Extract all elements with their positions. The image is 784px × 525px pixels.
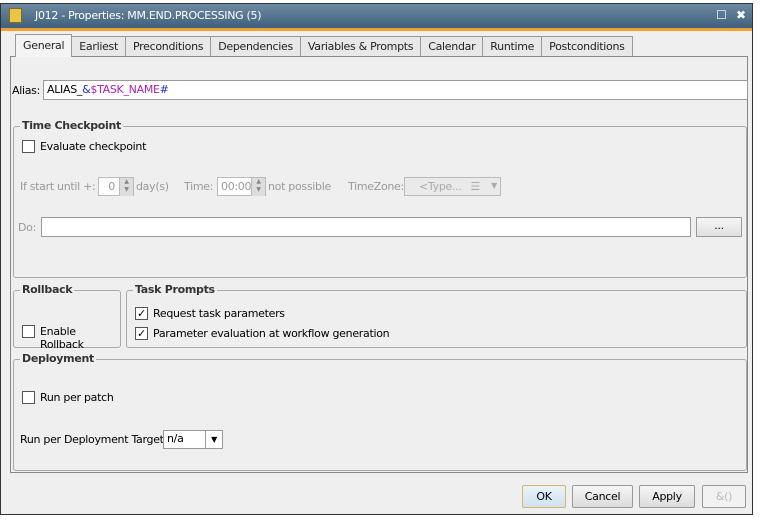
request-task-parameters-label: Request task parameters [153,307,285,320]
window-title: J012 - Properties: MM.END.PROCESSING (5) [35,9,262,22]
alias-label: Alias: [12,84,41,97]
tab-postconditions[interactable]: Postconditions [541,36,633,56]
tab-bar: General Earliest Preconditions Dependenc… [15,34,633,57]
rollback-group: Rollback Enable Rollback [13,283,121,351]
tab-earliest[interactable]: Earliest [71,36,127,56]
enable-rollback-label: Enable Rollback [40,325,84,351]
rollback-title: Rollback [20,283,75,296]
ok-button[interactable]: OK [522,485,566,508]
tab-runtime[interactable]: Runtime [482,36,543,56]
job-icon [9,8,22,23]
title-accent-line [1,28,752,31]
parameter-evaluation-label: Parameter evaluation at workflow generat… [153,327,390,340]
parameter-evaluation-checkbox[interactable]: ✓ [135,327,148,340]
tab-preconditions[interactable]: Preconditions [125,36,212,56]
deployment-target-value: n/a [167,432,184,445]
days-spinner[interactable]: 0 ▲ ▼ [98,177,134,196]
timezone-label: TimeZone: [348,180,404,193]
evaluate-checkpoint-label: Evaluate checkpoint [40,140,147,153]
task-prompts-group: Task Prompts ✓ Request task parameters ✓… [126,283,747,348]
alias-prefix: ALIAS_ [47,83,83,96]
alias-input[interactable]: ALIAS_&$TASK_NAME# [43,80,748,100]
days-unit-label: day(s) [136,180,169,193]
time-checkpoint-title: Time Checkpoint [20,119,124,132]
variable-picker-button[interactable]: &() [702,485,746,508]
enable-rollback-checkbox[interactable] [22,325,35,338]
evaluate-checkpoint-checkbox[interactable] [22,140,35,153]
close-button[interactable]: ✖ [736,8,746,22]
time-label: Time: [184,180,214,193]
chevron-down-icon[interactable]: ▼ [491,181,497,190]
task-prompts-title: Task Prompts [133,283,217,296]
timezone-combobox[interactable]: <Type... ☰ ▼ [404,177,501,196]
apply-button[interactable]: Apply [639,485,695,508]
timezone-placeholder: <Type... [419,180,462,193]
browse-button[interactable]: ... [696,217,742,237]
tab-general[interactable]: General [15,34,73,57]
tab-dependencies[interactable]: Dependencies [210,36,301,56]
list-icon[interactable]: ☰ [470,180,480,193]
alias-hash: # [159,83,169,96]
time-value: 00:00 [221,180,252,193]
alias-variable: $TASK_NAME [90,83,160,96]
time-checkpoint-group: Time Checkpoint Evaluate checkpoint If s… [13,119,747,278]
deployment-target-label: Run per Deployment Target: [20,433,168,446]
cancel-button[interactable]: Cancel [572,485,633,508]
title-bar[interactable]: J012 - Properties: MM.END.PROCESSING (5)… [1,4,752,28]
not-possible-label: not possible [268,180,331,193]
tab-calendar[interactable]: Calendar [420,36,484,56]
time-spinner[interactable]: 00:00 ▲ ▼ [217,177,266,196]
run-per-patch-label: Run per patch [40,391,114,404]
deployment-group: Deployment Run per patch Run per Deploym… [13,352,747,471]
general-panel: Alias: ALIAS_&$TASK_NAME# Time Checkpoin… [10,56,748,473]
spinner-arrows-icon[interactable]: ▲ ▼ [251,178,265,196]
do-input[interactable] [41,217,691,237]
properties-window: J012 - Properties: MM.END.PROCESSING (5)… [0,3,753,515]
tab-variables-prompts[interactable]: Variables & Prompts [299,36,422,56]
chevron-down-icon[interactable]: ▼ [205,431,222,448]
request-task-parameters-checkbox[interactable]: ✓ [135,307,148,320]
do-label: Do: [18,221,37,234]
run-per-patch-checkbox[interactable] [22,391,35,404]
maximize-button[interactable]: ☐ [716,8,727,22]
deployment-title: Deployment [20,352,96,365]
deployment-target-select[interactable]: n/a ▼ [163,430,223,449]
days-value: 0 [108,180,115,193]
spinner-arrows-icon[interactable]: ▲ ▼ [119,178,133,196]
if-start-label: If start until +: [20,180,96,193]
